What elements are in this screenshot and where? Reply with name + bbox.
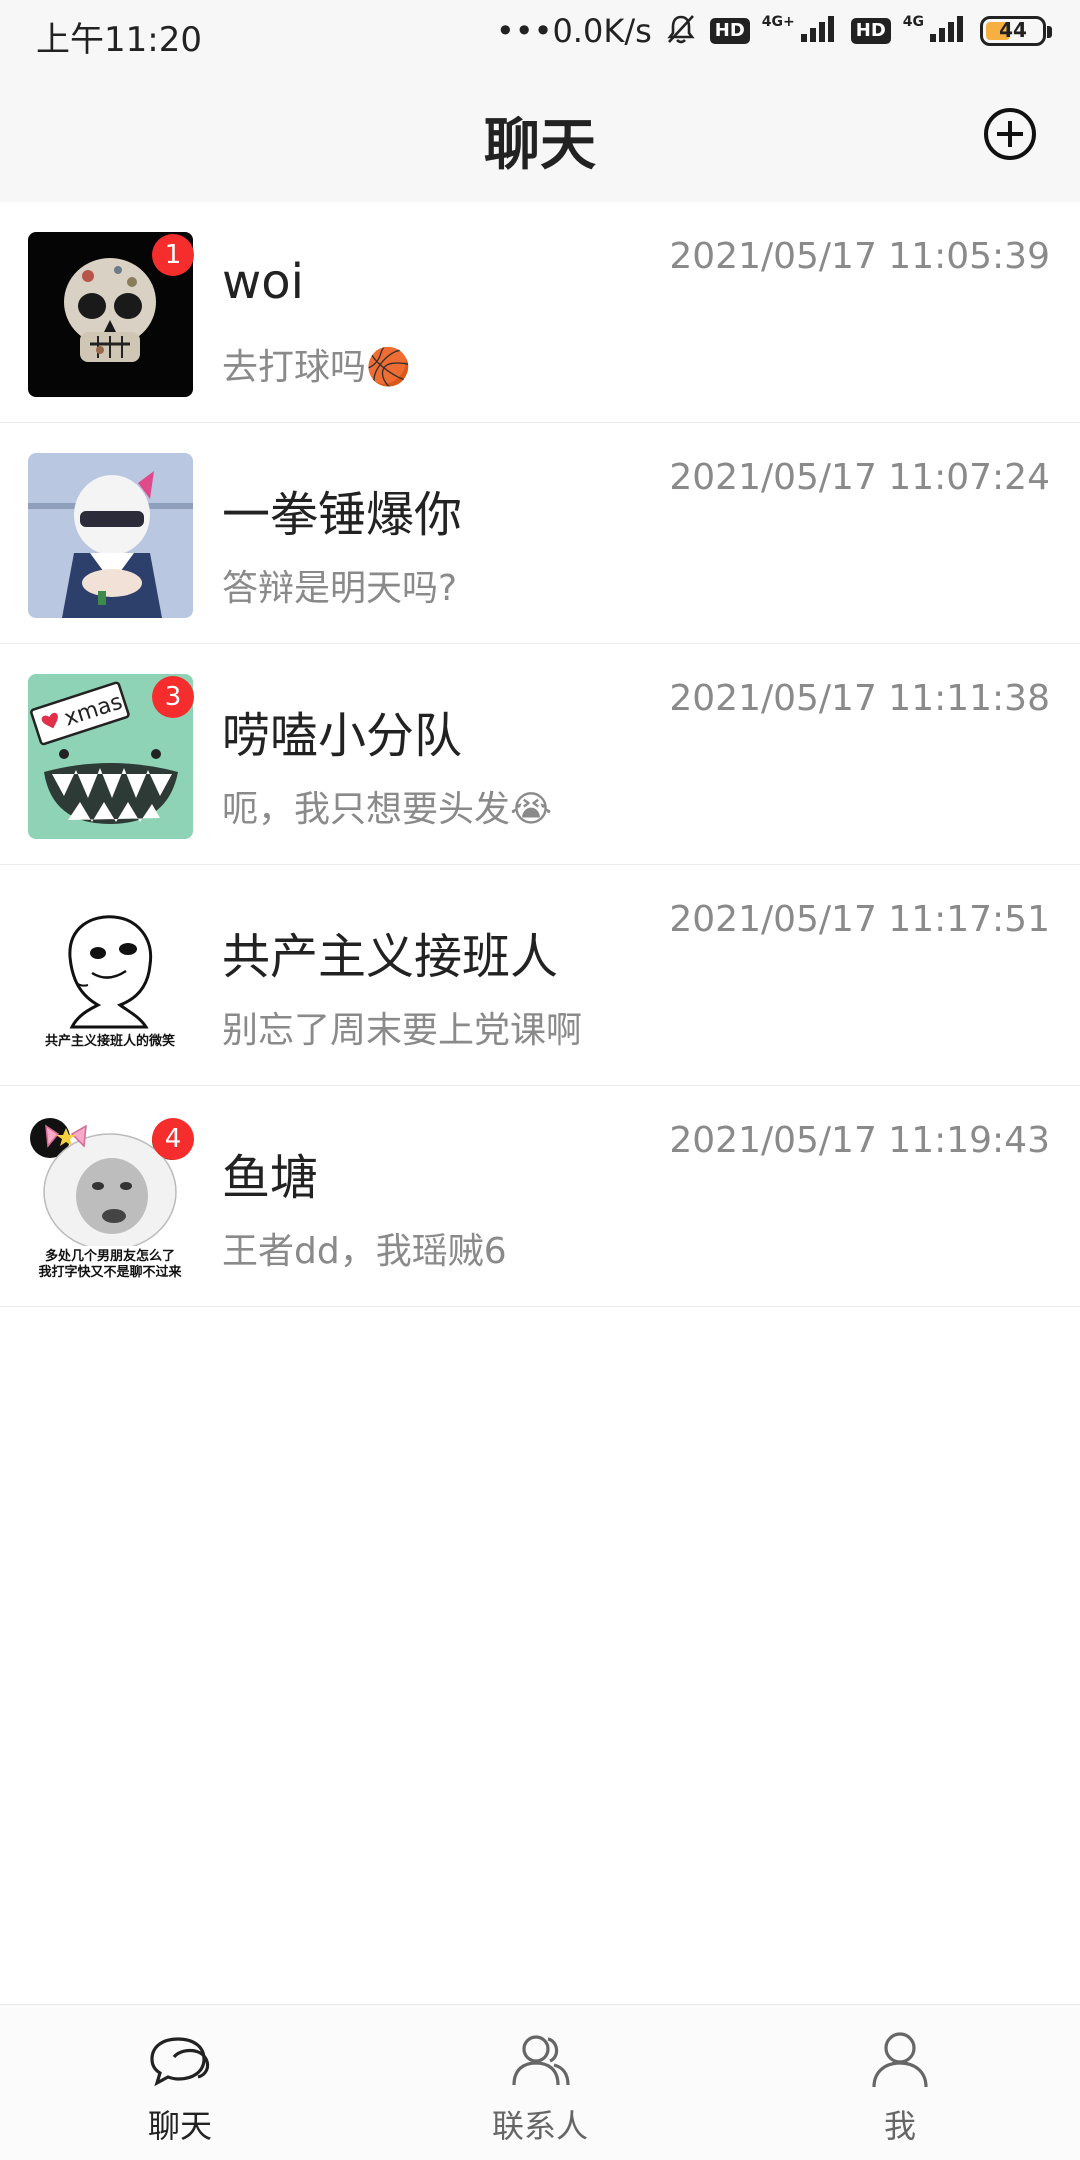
- battery-level: 44: [999, 18, 1027, 42]
- contacts-icon: [512, 2035, 570, 2086]
- chat-item[interactable]: 多处几个男朋友怎么了 我打字快又不是聊不过来 4 鱼塘 王者dd，我瑶贼6 20…: [0, 1086, 1080, 1307]
- chat-name: 鱼塘: [222, 1150, 319, 1206]
- anime-avatar-image: [28, 453, 193, 618]
- chat-name: 唠嗑小分队: [222, 708, 463, 764]
- nav-label: 聊天: [147, 2107, 212, 2145]
- avatar: xmas 3: [28, 674, 194, 839]
- chat-screen: 上午11:20 •••0.0K/s HD 4G+ HD 4G 44 聊天 1 w…: [0, 0, 1080, 2160]
- chat-time: 2021/05/17 11:11:38: [669, 678, 1050, 719]
- chat-preview: 去打球吗🏀: [222, 347, 411, 388]
- page-title: 聊天: [484, 113, 596, 178]
- avatar-caption-text: 共产主义接班人的微笑: [45, 1033, 175, 1049]
- network-type-1: 4G+: [761, 14, 795, 30]
- nav-tab-contacts[interactable]: 联系人: [360, 2005, 720, 2160]
- hd-icon-2: HD: [850, 18, 891, 44]
- chat-time: 2021/05/17 11:05:39: [669, 236, 1050, 277]
- unread-badge: 4: [152, 1118, 194, 1160]
- nav-tab-me[interactable]: 我: [720, 2005, 1080, 2160]
- battery-icon: 44: [980, 16, 1052, 46]
- avatar: 共产主义接班人的微笑: [28, 895, 193, 1060]
- status-time: 上午11:20: [36, 20, 202, 60]
- chat-preview: 别忘了周末要上党课啊: [222, 1010, 583, 1051]
- header: 聊天: [0, 66, 1080, 202]
- smile-meme-avatar-image: 共产主义接班人的微笑: [28, 895, 193, 1060]
- chat-name: 一拳锤爆你: [222, 487, 463, 543]
- chat-item[interactable]: 一拳锤爆你 答辩是明天吗? 2021/05/17 11:07:24: [0, 423, 1080, 644]
- chat-name: woi: [222, 254, 304, 310]
- avatar: [28, 453, 193, 618]
- battery-tip: [1047, 26, 1052, 38]
- chat-bubbles-icon: [150, 2037, 210, 2087]
- person-icon: [872, 2032, 928, 2088]
- avatar: 1: [28, 232, 194, 397]
- chat-time: 2021/05/17 11:19:43: [669, 1120, 1050, 1161]
- chat-list: 1 woi 去打球吗🏀 2021/05/17 11:05:39 一拳锤爆你 答辩…: [0, 202, 1080, 1307]
- nav-label: 我: [883, 2107, 916, 2145]
- add-button[interactable]: [982, 106, 1038, 162]
- chat-item[interactable]: 1 woi 去打球吗🏀 2021/05/17 11:05:39: [0, 202, 1080, 423]
- network-type-2: 4G: [902, 14, 924, 30]
- chat-time: 2021/05/17 11:07:24: [669, 457, 1050, 498]
- status-bar: 上午11:20 •••0.0K/s HD 4G+ HD 4G 44: [0, 0, 1080, 66]
- bottom-nav: 聊天 联系人 我: [0, 2004, 1080, 2160]
- hd-icon: HD: [709, 18, 750, 44]
- network-speed: •••0.0K/s: [495, 12, 652, 50]
- avatar-caption-line-2: 我打字快又不是聊不过来: [38, 1264, 182, 1280]
- signal-icon-2: [928, 14, 968, 48]
- unread-badge: 1: [152, 234, 194, 276]
- chat-item[interactable]: 共产主义接班人的微笑 共产主义接班人 别忘了周末要上党课啊 2021/05/17…: [0, 865, 1080, 1086]
- chat-time: 2021/05/17 11:17:51: [669, 899, 1050, 940]
- chat-item[interactable]: xmas 3 唠嗑小分队 呃，我只想要头发😭 2021/05/17 11:11:…: [0, 644, 1080, 865]
- avatar: 多处几个男朋友怎么了 我打字快又不是聊不过来 4: [28, 1116, 194, 1281]
- unread-badge: 3: [152, 676, 194, 718]
- signal-icon: [799, 14, 839, 48]
- chat-preview: 王者dd，我瑶贼6: [222, 1231, 507, 1272]
- nav-label: 联系人: [491, 2107, 588, 2145]
- chat-preview: 呃，我只想要头发😭: [222, 789, 553, 830]
- avatar-caption-line-1: 多处几个男朋友怎么了: [45, 1248, 175, 1264]
- plus-circle-icon: [984, 108, 1036, 160]
- mute-icon: [664, 12, 698, 50]
- chat-preview: 答辩是明天吗?: [222, 568, 458, 609]
- chat-name: 共产主义接班人: [222, 929, 559, 985]
- status-indicators: •••0.0K/s HD 4G+ HD 4G 44: [495, 12, 1052, 50]
- nav-tab-chat[interactable]: 聊天: [0, 2005, 360, 2160]
